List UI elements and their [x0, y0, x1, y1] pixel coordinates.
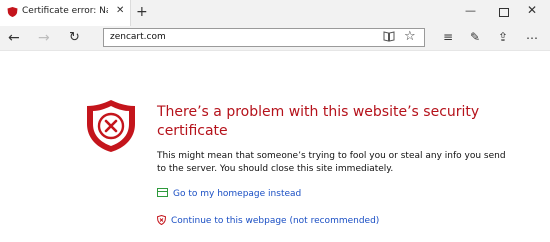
error-description: This might mean that someone’s trying to…: [157, 151, 506, 174]
address-text[interactable]: zencart.com: [110, 32, 166, 42]
homepage-link[interactable]: Go to my homepage instead: [157, 188, 301, 200]
title-bar: Certificate error: Naviga ✕ + — ✕: [0, 0, 550, 26]
back-button[interactable]: ←: [8, 30, 20, 46]
maximize-button[interactable]: [499, 8, 509, 17]
shield-error-icon: [7, 7, 18, 17]
tab-certificate-error[interactable]: Certificate error: Naviga ✕: [0, 0, 131, 26]
continue-link-text[interactable]: Continue to this webpage (not recommende…: [171, 216, 379, 226]
share-icon[interactable]: ⇪: [498, 30, 508, 44]
navigation-toolbar: ← → ↻ zencart.com ☆ ≡ ✎ ⇪ …: [0, 26, 550, 51]
minimize-button[interactable]: —: [465, 4, 476, 18]
homepage-link-text[interactable]: Go to my homepage instead: [173, 189, 301, 199]
tab-title: Certificate error: Naviga: [22, 6, 108, 16]
refresh-button[interactable]: ↻: [69, 30, 80, 46]
shield-warning-icon: [157, 215, 166, 225]
shield-x-icon: [87, 100, 135, 152]
web-note-icon[interactable]: ✎: [470, 30, 480, 44]
reading-view-icon[interactable]: [383, 31, 395, 42]
window-close-button[interactable]: ✕: [527, 3, 537, 17]
tab-close-button[interactable]: ✕: [116, 5, 124, 17]
address-bar[interactable]: zencart.com ☆: [103, 28, 425, 47]
favorite-star-icon[interactable]: ☆: [404, 29, 416, 44]
more-icon[interactable]: …: [526, 28, 538, 42]
new-tab-button[interactable]: +: [136, 3, 148, 21]
continue-link[interactable]: Continue to this webpage (not recommende…: [157, 215, 379, 227]
error-headline: There’s a problem with this website’s se…: [157, 104, 480, 139]
forward-button[interactable]: →: [38, 30, 50, 46]
hub-icon[interactable]: ≡: [443, 30, 453, 44]
home-page-icon: [157, 188, 168, 197]
